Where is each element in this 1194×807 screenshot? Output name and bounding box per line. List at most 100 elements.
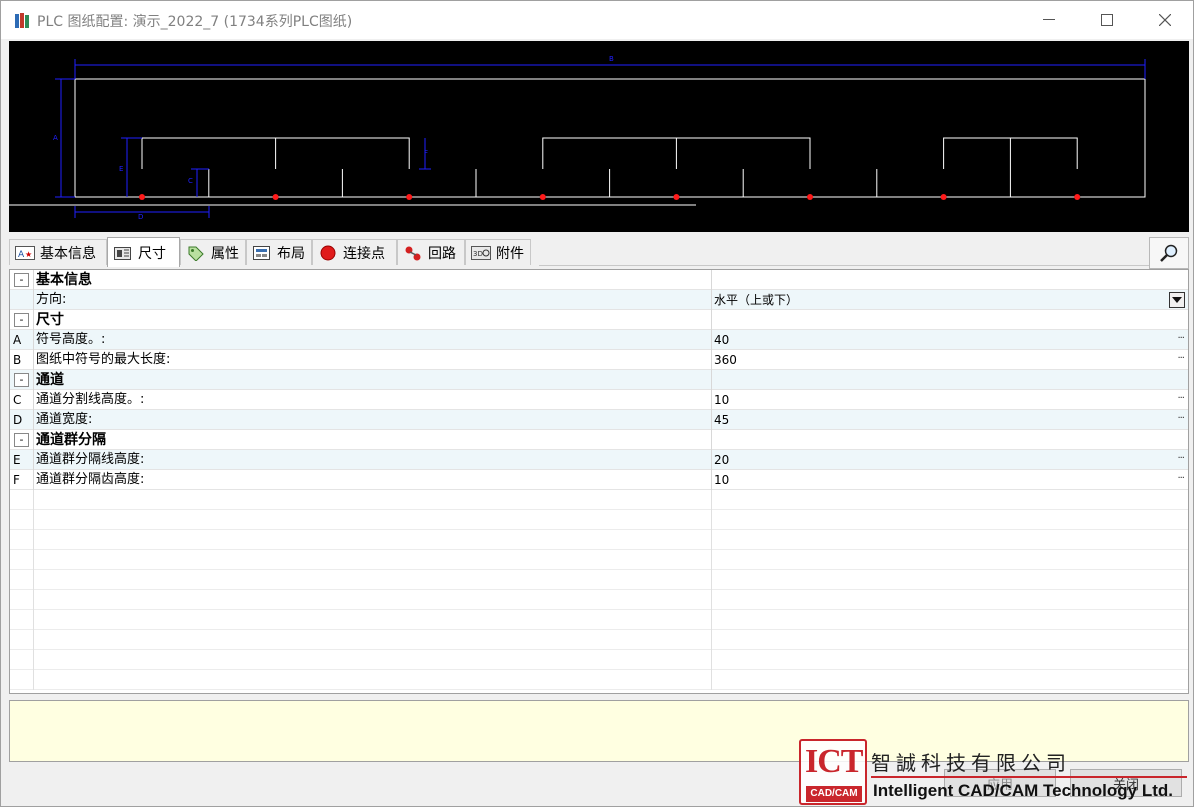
empty-row (10, 630, 1188, 650)
empty-cell (711, 550, 1188, 570)
svg-text:A: A (18, 250, 25, 260)
group-separators (141, 137, 1078, 169)
text-properties-icon: A ★ (15, 245, 35, 261)
group-toggle-cell[interactable]: - (10, 430, 33, 450)
tab-circuits[interactable]: 回路 (397, 239, 465, 265)
tab-label: 布局 (277, 245, 305, 262)
property-row[interactable]: C 通道分割线高度。: 10 ··· (10, 390, 1188, 410)
tab-attributes[interactable]: 属性 (180, 239, 246, 265)
property-name: 通道群分隔线高度: (33, 450, 711, 470)
zoom-preview-button[interactable] (1149, 237, 1189, 269)
plc-drawing-config-window: PLC 图纸配置: 演示_2022_7 (1734系列PLC图纸) B A E … (0, 0, 1194, 807)
property-value[interactable]: 水平（上或下） (711, 290, 1188, 310)
property-value-text: 10 (714, 473, 730, 487)
property-group-row[interactable]: - 尺寸 (10, 310, 1188, 330)
tab-label: 基本信息 (40, 245, 96, 262)
group-value-cell (711, 430, 1188, 450)
empty-cell (711, 570, 1188, 590)
dropdown-button[interactable] (1169, 292, 1185, 308)
empty-row (10, 670, 1188, 690)
collapse-toggle[interactable]: - (14, 273, 29, 287)
tab-dimensions[interactable]: 尺寸 (107, 237, 180, 267)
collapse-toggle[interactable]: - (14, 313, 29, 327)
ellipsis-button[interactable]: ··· (1177, 349, 1184, 369)
collapse-toggle[interactable]: - (14, 433, 29, 447)
tab-label: 属性 (211, 245, 239, 262)
tab-basic-info[interactable]: A ★ 基本信息 (9, 239, 107, 265)
property-value[interactable]: 10 ··· (711, 390, 1188, 410)
ellipsis-button[interactable]: ··· (1177, 389, 1184, 409)
property-name: 图纸中符号的最大长度: (33, 350, 711, 370)
empty-cell (711, 650, 1188, 670)
circuit-icon (403, 245, 423, 261)
empty-cell (33, 630, 711, 650)
empty-cell (711, 490, 1188, 510)
empty-cell (33, 510, 711, 530)
empty-cell (711, 670, 1188, 690)
close-window-button[interactable] (1136, 1, 1194, 39)
empty-cell (33, 670, 711, 690)
channel-ticks (208, 169, 1011, 197)
ellipsis-button[interactable]: ··· (1177, 409, 1184, 429)
property-value[interactable]: 10 ··· (711, 470, 1188, 490)
minimize-icon (1043, 19, 1055, 20)
empty-cell (711, 590, 1188, 610)
ellipsis-button[interactable]: ··· (1177, 449, 1184, 469)
empty-row (10, 590, 1188, 610)
ellipsis-button[interactable]: ··· (1177, 329, 1184, 349)
tab-connection-points[interactable]: 连接点 (312, 239, 397, 265)
empty-cell (33, 650, 711, 670)
app-books-icon (15, 13, 29, 28)
tab-layout[interactable]: 布局 (246, 239, 312, 265)
property-key: F (13, 473, 20, 487)
empty-cell (711, 630, 1188, 650)
connection-point (1074, 194, 1081, 200)
property-row[interactable]: 方向: 水平（上或下） (10, 290, 1188, 310)
group-toggle-cell[interactable]: - (10, 370, 33, 390)
property-group-row[interactable]: - 通道 (10, 370, 1188, 390)
property-value[interactable]: 40 ··· (711, 330, 1188, 350)
dimension-icon (113, 245, 133, 261)
property-value[interactable]: 20 ··· (711, 450, 1188, 470)
property-row[interactable]: A 符号高度。: 40 ··· (10, 330, 1188, 350)
tab-strip-line (539, 265, 1151, 266)
property-row[interactable]: E 通道群分隔线高度: 20 ··· (10, 450, 1188, 470)
close-icon (1159, 14, 1171, 26)
property-value[interactable]: 45 ··· (711, 410, 1188, 430)
empty-cell (33, 530, 711, 550)
group-value-cell (711, 310, 1188, 330)
empty-row (10, 530, 1188, 550)
property-value-text: 360 (714, 353, 737, 367)
tab-attachments[interactable]: 3D 附件 (465, 239, 531, 265)
group-toggle-cell[interactable]: - (10, 270, 33, 290)
company-name-en: Intelligent CAD/CAM Technology Ltd. (873, 781, 1173, 800)
maximize-button[interactable] (1078, 1, 1136, 39)
empty-cell (711, 530, 1188, 550)
empty-cell (33, 610, 711, 630)
group-toggle-cell[interactable]: - (10, 310, 33, 330)
empty-row (10, 610, 1188, 630)
collapse-toggle[interactable]: - (14, 373, 29, 387)
connection-point (673, 194, 680, 200)
dim-label-b: B (609, 55, 614, 63)
logo-text: ICT (805, 743, 863, 780)
property-name: 符号高度。: (33, 330, 711, 350)
company-watermark: ICT CAD/CAM 智誠科技有限公司 Intelligent CAD/CAM… (799, 739, 1189, 805)
empty-cell (711, 510, 1188, 530)
connection-point (807, 194, 813, 200)
tab-bar: A ★ 基本信息 尺寸 属性 布局 连接点 回路 3D 附件 (9, 237, 1189, 267)
minimize-button[interactable] (1020, 1, 1078, 39)
property-name: 方向: (33, 290, 711, 310)
property-name: 通道宽度: (33, 410, 711, 430)
property-row[interactable]: F 通道群分隔齿高度: 10 ··· (10, 470, 1188, 490)
connection-point (940, 194, 947, 200)
group-value-cell (711, 270, 1188, 290)
property-row[interactable]: D 通道宽度: 45 ··· (10, 410, 1188, 430)
company-name-cn: 智誠科技有限公司 (871, 751, 1071, 775)
property-name: 通道群分隔齿高度: (33, 470, 711, 490)
property-value[interactable]: 360 ··· (711, 350, 1188, 370)
property-group-row[interactable]: - 通道群分隔 (10, 430, 1188, 450)
ellipsis-button[interactable]: ··· (1177, 469, 1184, 489)
property-row[interactable]: B 图纸中符号的最大长度: 360 ··· (10, 350, 1188, 370)
property-group-row[interactable]: - 基本信息 (10, 270, 1188, 290)
